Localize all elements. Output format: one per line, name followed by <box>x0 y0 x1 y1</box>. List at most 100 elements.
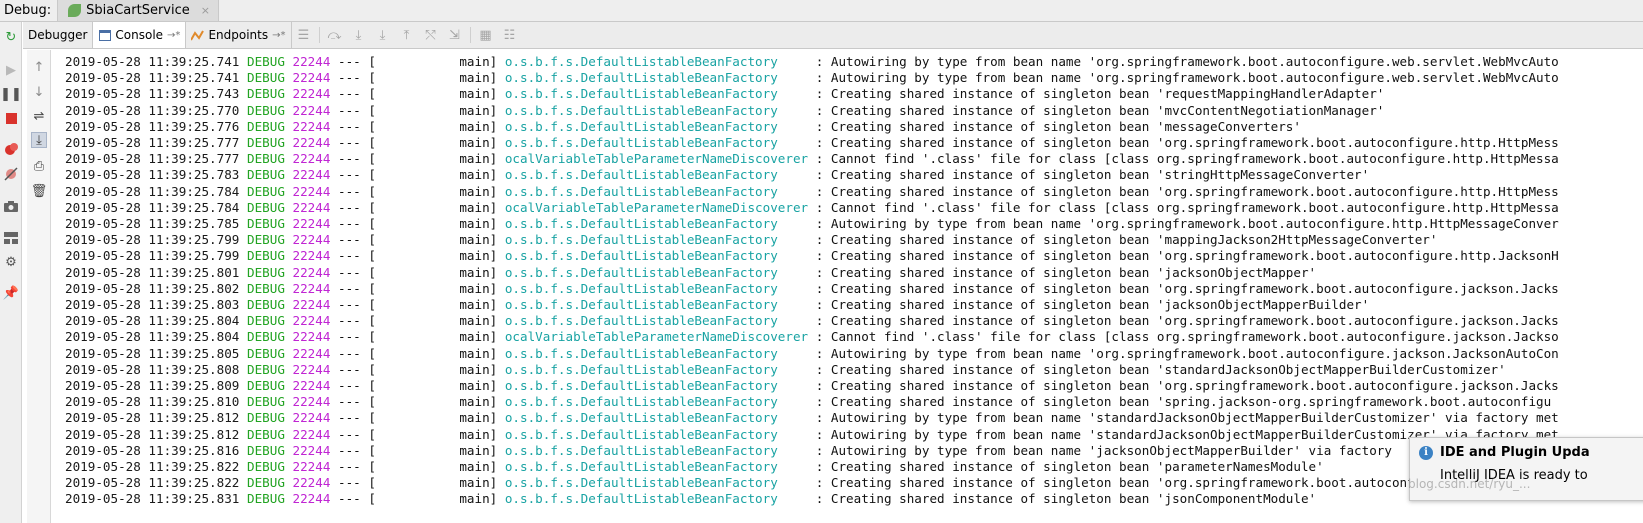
log-line: 2019-05-28 11:39:25.802 DEBUG 22244 --- … <box>65 281 1559 297</box>
mute-breakpoints-icon[interactable] <box>3 166 19 182</box>
log-line: 2019-05-28 11:39:25.741 DEBUG 22244 --- … <box>65 54 1559 70</box>
step-into-icon[interactable]: ⤓ <box>347 22 371 48</box>
log-level: DEBUG <box>246 248 285 264</box>
log-thread: --- [ main] <box>338 313 498 329</box>
step-out-icon[interactable]: ⤒ <box>395 22 419 48</box>
log-pid: 22244 <box>292 183 331 199</box>
console-output[interactable]: 2019-05-28 11:39:25.741 DEBUG 22244 --- … <box>52 50 1643 523</box>
log-message: : Creating shared instance of singleton … <box>808 378 1559 393</box>
log-message: : Creating shared instance of singleton … <box>808 86 1385 102</box>
evaluate-expression-icon[interactable]: ▦ <box>474 22 498 48</box>
stop-icon[interactable] <box>3 110 19 126</box>
trash-icon[interactable]: 🗑 <box>31 183 48 199</box>
down-arrow-icon[interactable]: ↓ <box>31 84 47 100</box>
view-breakpoints-icon[interactable] <box>3 141 19 157</box>
log-timestamp: 2019-05-28 11:39:25.812 <box>65 426 240 442</box>
log-level: DEBUG <box>246 313 285 329</box>
run-config-tab[interactable]: SbiaCartService × <box>57 0 219 21</box>
update-notification[interactable]: i IDE and Plugin Upda IntelliJ IDEA is r… <box>1409 437 1643 501</box>
log-pid: 22244 <box>292 297 331 312</box>
log-pid: 22244 <box>292 151 331 167</box>
force-step-into-icon[interactable]: ⤓ <box>371 22 395 48</box>
log-level: DEBUG <box>246 297 285 312</box>
settings-icon[interactable]: ⚙ <box>3 254 19 270</box>
log-line: 2019-05-28 11:39:25.785 DEBUG 22244 --- … <box>65 216 1559 232</box>
log-pid: 22244 <box>292 442 331 458</box>
log-timestamp: 2019-05-28 11:39:25.799 <box>65 248 240 264</box>
console-icon <box>98 29 111 41</box>
log-level: DEBUG <box>246 361 285 377</box>
log-message: : Creating shared instance of singleton … <box>808 183 1559 199</box>
log-line: 2019-05-28 11:39:25.810 DEBUG 22244 --- … <box>65 394 1551 410</box>
log-thread: --- [ main] <box>338 297 498 312</box>
tab-endpoints[interactable]: Endpoints →* <box>186 22 292 48</box>
log-message: : Creating shared instance of singleton … <box>808 459 1324 474</box>
log-logger: ocalVariableTableParameterNameDiscoverer <box>504 199 809 215</box>
log-level: DEBUG <box>246 86 285 102</box>
log-logger: o.s.b.f.s.DefaultListableBeanFactory <box>504 410 809 426</box>
log-pid: 22244 <box>292 216 331 231</box>
log-line: 2019-05-28 11:39:25.831 DEBUG 22244 --- … <box>65 491 1316 507</box>
log-pid: 22244 <box>292 378 331 393</box>
tab-console[interactable]: Console →* <box>93 22 187 48</box>
log-thread: --- [ main] <box>338 86 498 102</box>
soft-wrap-icon[interactable]: ⇌ <box>31 108 47 124</box>
log-message: : Autowiring by type from bean name 'org… <box>808 54 1559 69</box>
pause-icon[interactable]: ❚❚ <box>0 86 22 102</box>
log-thread: --- [ main] <box>338 491 498 507</box>
log-pid: 22244 <box>292 345 331 361</box>
tab-console-label: Console <box>115 28 164 42</box>
log-level: DEBUG <box>246 54 285 69</box>
log-timestamp: 2019-05-28 11:39:25.809 <box>65 378 240 393</box>
resume-icon[interactable]: ▶ <box>3 62 19 78</box>
log-level: DEBUG <box>246 199 285 215</box>
rerun-icon[interactable]: ↻ <box>3 29 19 45</box>
log-message: : Creating shared instance of singleton … <box>808 167 1370 183</box>
layout-icon[interactable] <box>3 230 19 246</box>
log-timestamp: 2019-05-28 11:39:25.831 <box>65 491 240 507</box>
log-level: DEBUG <box>246 232 285 248</box>
run-to-cursor-icon[interactable]: ⇲ <box>443 22 467 48</box>
scroll-to-end-icon[interactable]: ⤓ <box>31 132 47 148</box>
log-thread: --- [ main] <box>338 135 498 150</box>
tab-pin-icon[interactable]: →* <box>272 30 285 41</box>
log-logger: o.s.b.f.s.DefaultListableBeanFactory <box>504 280 809 296</box>
log-logger: o.s.b.f.s.DefaultListableBeanFactory <box>504 378 809 393</box>
tab-debugger[interactable]: Debugger <box>23 22 94 48</box>
log-logger: o.s.b.f.s.DefaultListableBeanFactory <box>504 313 809 329</box>
print-icon[interactable]: ⎙ <box>31 158 47 174</box>
log-level: DEBUG <box>246 102 285 118</box>
log-pid: 22244 <box>292 102 331 118</box>
step-over-icon[interactable]: ⤼ <box>323 22 347 48</box>
log-message: : Creating shared instance of singleton … <box>808 394 1552 410</box>
log-line: 2019-05-28 11:39:25.808 DEBUG 22244 --- … <box>65 362 1506 378</box>
up-arrow-icon[interactable]: ↑ <box>31 59 47 75</box>
log-line: 2019-05-28 11:39:25.822 DEBUG 22244 --- … <box>65 459 1324 475</box>
log-timestamp: 2019-05-28 11:39:25.784 <box>65 199 240 215</box>
log-timestamp: 2019-05-28 11:39:25.802 <box>65 280 240 296</box>
close-icon[interactable]: × <box>201 4 210 17</box>
log-logger: ocalVariableTableParameterNameDiscoverer <box>504 329 809 345</box>
log-logger: o.s.b.f.s.DefaultListableBeanFactory <box>504 232 809 248</box>
log-message: : Creating shared instance of singleton … <box>808 491 1317 507</box>
log-logger: o.s.b.f.s.DefaultListableBeanFactory <box>504 426 809 442</box>
tab-pin-icon[interactable]: →* <box>167 30 180 41</box>
log-line: 2019-05-28 11:39:25.776 DEBUG 22244 --- … <box>65 119 1301 135</box>
log-line: 2019-05-28 11:39:25.822 DEBUG 22244 --- … <box>65 475 1559 491</box>
show-execution-point-icon[interactable]: ☰ <box>292 22 316 48</box>
drop-frame-icon[interactable]: ⤲ <box>419 22 443 48</box>
log-thread: --- [ main] <box>338 264 498 280</box>
log-line: 2019-05-28 11:39:25.801 DEBUG 22244 --- … <box>65 265 1316 281</box>
log-line: 2019-05-28 11:39:25.816 DEBUG 22244 --- … <box>65 443 1392 459</box>
log-level: DEBUG <box>246 264 285 280</box>
log-logger: o.s.b.f.s.DefaultListableBeanFactory <box>504 361 809 377</box>
pin-icon[interactable]: 📌 <box>3 285 19 301</box>
log-thread: --- [ main] <box>338 442 498 458</box>
camera-icon[interactable] <box>3 198 19 214</box>
log-timestamp: 2019-05-28 11:39:25.808 <box>65 361 240 377</box>
log-logger: o.s.b.f.s.DefaultListableBeanFactory <box>504 167 809 183</box>
tab-debugger-label: Debugger <box>28 28 88 42</box>
log-pid: 22244 <box>292 475 331 491</box>
trace-icon[interactable]: ☷ <box>498 22 522 48</box>
log-message: : Autowiring by type from bean name 'jac… <box>808 442 1392 458</box>
